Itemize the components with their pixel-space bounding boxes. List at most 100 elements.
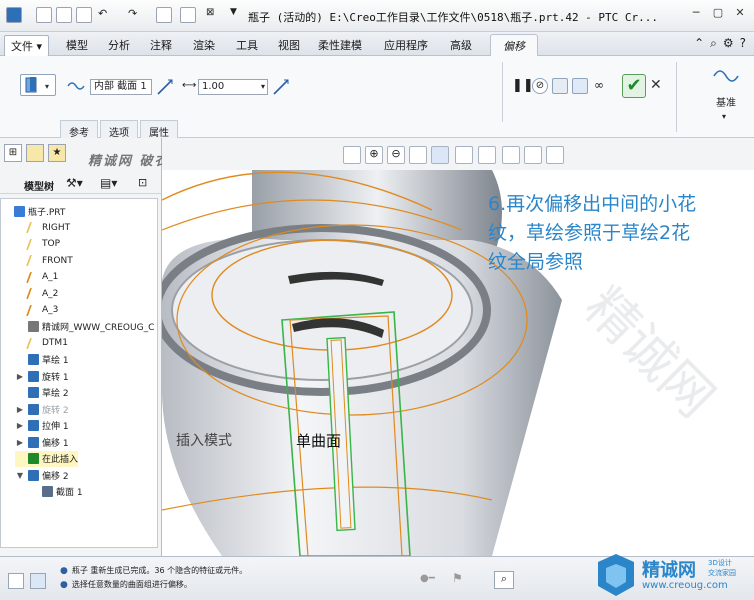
- tab-flexible-modeling[interactable]: 柔性建模: [318, 37, 362, 53]
- tree-item[interactable]: DTM1: [15, 335, 68, 351]
- folder-browser-tab-icon[interactable]: [26, 144, 44, 162]
- collapse-icon[interactable]: ▼: [15, 471, 25, 480]
- datum-display-icon[interactable]: [502, 146, 520, 164]
- datum-label[interactable]: 基准: [716, 94, 736, 109]
- maximize-icon[interactable]: ▢: [710, 6, 726, 20]
- flip-direction-icon[interactable]: [156, 78, 174, 96]
- tree-item[interactable]: 在此插入: [15, 450, 79, 467]
- close-window-icon[interactable]: ⊠: [206, 7, 222, 23]
- browser-toggle-icon[interactable]: [30, 573, 46, 589]
- redo-icon[interactable]: ↷: [128, 7, 144, 23]
- tab-applications[interactable]: 应用程序: [384, 37, 428, 53]
- tree-item[interactable]: A_1: [15, 269, 58, 285]
- expand-icon[interactable]: ▶: [15, 405, 25, 414]
- tab-advanced[interactable]: 高级: [450, 37, 472, 53]
- window-title: 瓶子 (活动的) E:\Creo工作目录\工作文件\0518\瓶子.prt.42…: [248, 11, 659, 24]
- sketch-icon: [28, 354, 39, 365]
- tab-model[interactable]: 模型: [66, 37, 88, 53]
- no-preview-icon[interactable]: ⊘: [532, 78, 548, 94]
- spin-center-icon[interactable]: [524, 146, 542, 164]
- display-style-icon[interactable]: [431, 146, 449, 164]
- minimize-ribbon-icon[interactable]: ⌃: [694, 36, 704, 51]
- undo-icon[interactable]: ↶: [98, 7, 114, 23]
- tree-item[interactable]: 瓶子.PRT: [1, 203, 65, 219]
- flip-offset-icon[interactable]: [272, 78, 290, 96]
- section-field[interactable]: 内部 截面 1: [90, 79, 152, 95]
- tree-item[interactable]: 精诚网_WWW_CREOUG_C: [15, 319, 154, 335]
- app-icon[interactable]: [6, 7, 22, 23]
- extrude-icon: [28, 420, 39, 431]
- annotation-display-icon[interactable]: [546, 146, 564, 164]
- expand-icon[interactable]: ▶: [15, 438, 25, 447]
- help-icon[interactable]: ?: [740, 36, 746, 51]
- regenerate-icon[interactable]: [156, 7, 172, 23]
- open-file-icon[interactable]: [56, 7, 72, 23]
- tab-offset[interactable]: 偏移: [490, 34, 538, 57]
- ok-button[interactable]: ✔: [622, 74, 646, 98]
- glasses-icon[interactable]: ∞: [594, 78, 604, 92]
- tree-item[interactable]: A_2: [15, 286, 58, 302]
- tree-item[interactable]: 草绘 2: [15, 385, 69, 401]
- new-file-icon[interactable]: [36, 7, 52, 23]
- tree-item[interactable]: ▶ 拉伸 1: [15, 418, 69, 434]
- tree-columns-icon[interactable]: ⊡: [138, 176, 147, 189]
- model-tree-tab-icon[interactable]: ⊞: [4, 144, 22, 162]
- tree-item[interactable]: RIGHT: [15, 220, 70, 236]
- close-icon[interactable]: ✕: [732, 6, 748, 20]
- customize-toolbar-icon[interactable]: ▼: [230, 7, 246, 23]
- tree-item[interactable]: FRONT: [15, 253, 73, 269]
- tree-item[interactable]: ▶ 旋转 1: [15, 368, 69, 384]
- tree-settings-icon[interactable]: ⚒▾: [66, 176, 83, 190]
- saved-views-icon[interactable]: [455, 146, 473, 164]
- svg-text:▾: ▾: [45, 82, 49, 91]
- verify-icon[interactable]: [572, 78, 588, 94]
- tree-filters-icon[interactable]: ▤▾: [100, 176, 117, 190]
- repaint-icon[interactable]: [409, 146, 427, 164]
- playback-icon[interactable]: ●━: [420, 573, 435, 584]
- tree-item[interactable]: 截面 1: [29, 484, 83, 500]
- tutorial-annotation: 6.再次偏移出中间的小花 纹，草绘参照于草绘2花 纹全局参照: [488, 190, 750, 277]
- tree-item[interactable]: ▶ 旋转 2: [15, 401, 69, 417]
- tab-view[interactable]: 视图: [278, 37, 300, 53]
- tab-tools[interactable]: 工具: [236, 37, 258, 53]
- tree-item[interactable]: TOP: [15, 236, 60, 252]
- offset-distance-field[interactable]: 1.00 ▾: [198, 79, 268, 95]
- datum-icon[interactable]: [712, 64, 740, 88]
- zoom-in-icon[interactable]: ⊕: [365, 146, 383, 164]
- view-manager-icon[interactable]: [478, 146, 496, 164]
- save-icon[interactable]: [76, 7, 92, 23]
- tab-analysis[interactable]: 分析: [108, 37, 130, 53]
- expand-icon[interactable]: ▶: [15, 372, 25, 381]
- offset-icon: [28, 436, 39, 448]
- pause-icon[interactable]: ❚❚: [512, 78, 534, 93]
- tab-annotate[interactable]: 注释: [150, 37, 172, 53]
- tree-item-label: 偏移 1: [42, 438, 69, 449]
- zoom-out-icon[interactable]: ⊖: [387, 146, 405, 164]
- datum-dropdown-icon[interactable]: ▾: [722, 112, 726, 121]
- tree-item-label: A_1: [42, 272, 59, 282]
- sketch-section-icon[interactable]: [66, 78, 86, 94]
- tree-item[interactable]: 草绘 1: [15, 352, 69, 368]
- tree-item-label: 偏移 2: [42, 471, 69, 482]
- preview-icon[interactable]: [552, 78, 568, 94]
- cancel-button[interactable]: ✕: [650, 77, 662, 93]
- find-icon[interactable]: ⌕: [494, 571, 514, 589]
- flag-icon[interactable]: ⚑: [452, 571, 463, 585]
- tab-render[interactable]: 渲染: [193, 37, 215, 53]
- windows-icon[interactable]: [180, 7, 196, 23]
- tree-toggle-icon[interactable]: [8, 573, 24, 589]
- minimize-icon[interactable]: ─: [688, 6, 704, 20]
- surface-offset-type-icon[interactable]: ▾: [20, 74, 56, 96]
- tab-file[interactable]: 文件 ▾: [4, 35, 50, 57]
- tree-item[interactable]: ▶ 偏移 1: [15, 434, 69, 450]
- tree-item[interactable]: ▼ 偏移 2: [15, 467, 69, 483]
- model-tree: 瓶子.PRT RIGHT TOP FRONT A_1 A_2 A_3 精诚网_WWW_CREO…: [0, 198, 158, 548]
- tree-item[interactable]: A_3: [15, 302, 58, 318]
- settings-icon[interactable]: ⚙: [723, 36, 734, 51]
- status-message-1: ● 瓶子 重新生成已完成。36 个隐含的特征或元件。: [60, 566, 248, 576]
- favorites-tab-icon[interactable]: ★: [48, 144, 66, 162]
- search-icon[interactable]: ⌕: [710, 36, 717, 51]
- expand-icon[interactable]: ▶: [15, 421, 25, 430]
- annotation-line-1: 6.再次偏移出中间的小花: [488, 193, 697, 215]
- refit-icon[interactable]: [343, 146, 361, 164]
